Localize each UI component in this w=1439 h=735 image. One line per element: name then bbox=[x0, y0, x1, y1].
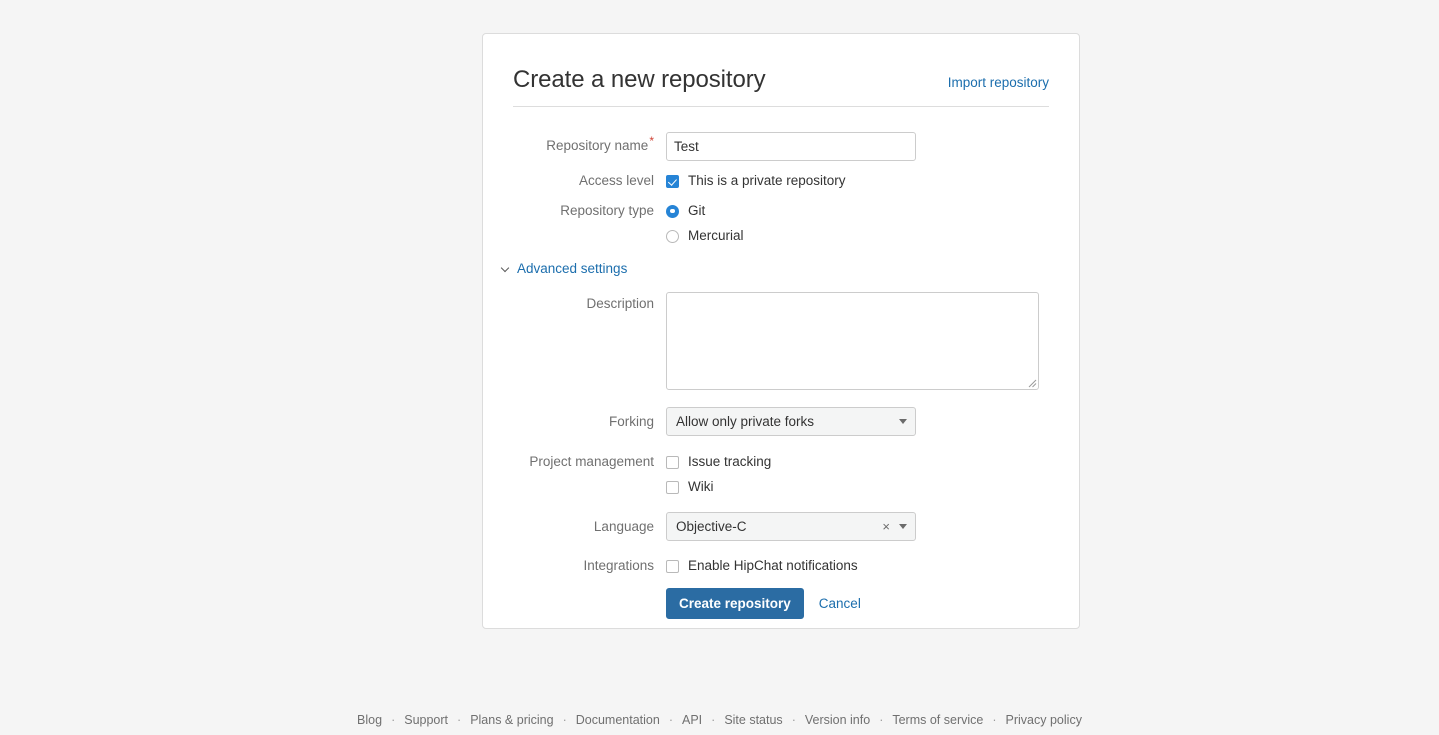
field-row-integrations: Integrations Enable HipChat notification… bbox=[513, 557, 1049, 575]
label-spacer-mercurial bbox=[513, 227, 666, 245]
hipchat-label: Enable HipChat notifications bbox=[688, 558, 858, 573]
footer-separator: · bbox=[879, 713, 884, 727]
wiki-checkbox[interactable] bbox=[666, 480, 679, 494]
control-forking: Allow only private forks bbox=[666, 407, 1049, 436]
field-row-project-management-wiki: Wiki bbox=[513, 478, 1049, 496]
footer-link-api[interactable]: API bbox=[682, 713, 702, 727]
footer-link-support[interactable]: Support bbox=[404, 713, 448, 727]
control-project-management-wiki: Wiki bbox=[666, 478, 1049, 496]
field-row-repository-name: Repository name* bbox=[513, 132, 1049, 161]
repository-type-option-mercurial[interactable]: Mercurial bbox=[666, 227, 1049, 245]
create-repository-form: Create a new repository Import repositor… bbox=[483, 34, 1079, 619]
footer-link-blog[interactable]: Blog bbox=[357, 713, 382, 727]
private-repository-label: This is a private repository bbox=[688, 173, 846, 188]
issue-tracking-checkbox-row[interactable]: Issue tracking bbox=[666, 453, 1049, 471]
clear-icon[interactable]: × bbox=[882, 520, 890, 533]
advanced-settings-link[interactable]: Advanced settings bbox=[517, 261, 627, 277]
label-repository-name-text: Repository name bbox=[546, 138, 649, 153]
description-wrap bbox=[666, 292, 1039, 390]
footer-separator: · bbox=[562, 713, 567, 727]
label-spacer-wiki bbox=[513, 478, 666, 496]
repository-name-input[interactable] bbox=[666, 132, 916, 161]
wiki-checkbox-row[interactable]: Wiki bbox=[666, 478, 1049, 496]
control-integrations: Enable HipChat notifications bbox=[666, 557, 1049, 575]
footer-separator: · bbox=[668, 713, 673, 727]
footer-separator: · bbox=[457, 713, 462, 727]
label-integrations: Integrations bbox=[583, 558, 654, 573]
forking-select[interactable]: Allow only private forks bbox=[666, 407, 916, 436]
form-header: Create a new repository Import repositor… bbox=[513, 34, 1049, 107]
field-row-description: Description bbox=[513, 292, 1049, 390]
field-row-project-management: Project management Issue tracking bbox=[513, 453, 1049, 471]
create-repository-button[interactable]: Create repository bbox=[666, 588, 804, 619]
field-row-access-level: Access level This is a private repositor… bbox=[513, 172, 1049, 190]
required-marker: * bbox=[649, 133, 654, 148]
footer-link-terms-of-service[interactable]: Terms of service bbox=[892, 713, 983, 727]
control-description bbox=[666, 292, 1049, 390]
footer-link-documentation[interactable]: Documentation bbox=[576, 713, 660, 727]
control-access-level: This is a private repository bbox=[666, 172, 1049, 190]
label-access-level: Access level bbox=[578, 173, 654, 188]
label-repository-name: Repository name* bbox=[513, 132, 666, 155]
hipchat-checkbox[interactable] bbox=[666, 559, 679, 573]
footer-separator: · bbox=[791, 713, 796, 727]
control-repository-type: Git bbox=[666, 202, 1049, 220]
page-footer: Blog · Support · Plans & pricing · Documentati… bbox=[0, 712, 1439, 729]
language-select[interactable]: Objective-C × bbox=[666, 512, 916, 541]
repository-type-option-git[interactable]: Git bbox=[666, 202, 1049, 220]
radio-mercurial-label: Mercurial bbox=[688, 228, 744, 243]
label-forking: Forking bbox=[608, 414, 654, 429]
issue-tracking-label: Issue tracking bbox=[688, 454, 772, 469]
footer-link-version-info[interactable]: Version info bbox=[805, 713, 870, 727]
description-textarea[interactable] bbox=[666, 292, 1039, 390]
hipchat-checkbox-row[interactable]: Enable HipChat notifications bbox=[666, 557, 1049, 575]
footer-link-site-status[interactable]: Site status bbox=[724, 713, 782, 727]
label-description: Description bbox=[586, 296, 654, 311]
control-repository-type-mercurial: Mercurial bbox=[666, 227, 1049, 245]
wiki-label: Wiki bbox=[688, 479, 714, 494]
cancel-link[interactable]: Cancel bbox=[819, 595, 861, 613]
field-row-actions: Create repository Cancel bbox=[513, 588, 1049, 619]
footer-separator: · bbox=[391, 713, 396, 727]
import-repository-link[interactable]: Import repository bbox=[948, 75, 1049, 91]
chevron-down-icon bbox=[899, 524, 907, 529]
radio-git-label: Git bbox=[688, 203, 706, 218]
footer-link-privacy-policy[interactable]: Privacy policy bbox=[1006, 713, 1082, 727]
create-repository-card: Create a new repository Import repositor… bbox=[482, 33, 1080, 629]
chevron-down-icon bbox=[899, 419, 907, 424]
control-language: Objective-C × bbox=[666, 512, 1049, 541]
form-actions: Create repository Cancel bbox=[666, 588, 1049, 619]
language-selected-value: Objective-C bbox=[676, 518, 747, 534]
footer-link-plans-pricing[interactable]: Plans & pricing bbox=[470, 713, 553, 727]
radio-git[interactable] bbox=[666, 204, 679, 218]
label-repository-type: Repository type bbox=[560, 203, 654, 218]
private-repository-checkbox[interactable] bbox=[666, 174, 679, 188]
field-row-language: Language Objective-C × bbox=[513, 512, 1049, 541]
radio-mercurial[interactable] bbox=[666, 229, 679, 243]
label-spacer-actions bbox=[513, 588, 666, 606]
label-project-management: Project management bbox=[529, 454, 654, 469]
label-language: Language bbox=[593, 519, 654, 534]
field-row-forking: Forking Allow only private forks bbox=[513, 407, 1049, 436]
private-repository-checkbox-row[interactable]: This is a private repository bbox=[666, 172, 1049, 190]
field-row-repository-type-mercurial: Mercurial bbox=[513, 227, 1049, 245]
field-row-repository-type: Repository type Git bbox=[513, 202, 1049, 220]
issue-tracking-checkbox[interactable] bbox=[666, 455, 679, 469]
chevron-down-icon bbox=[501, 264, 511, 274]
control-project-management: Issue tracking bbox=[666, 453, 1049, 471]
advanced-settings-toggle[interactable]: Advanced settings bbox=[501, 261, 1079, 277]
footer-separator: · bbox=[992, 713, 997, 727]
footer-separator: · bbox=[711, 713, 716, 727]
forking-selected-value: Allow only private forks bbox=[676, 413, 815, 429]
control-repository-name bbox=[666, 132, 1049, 161]
